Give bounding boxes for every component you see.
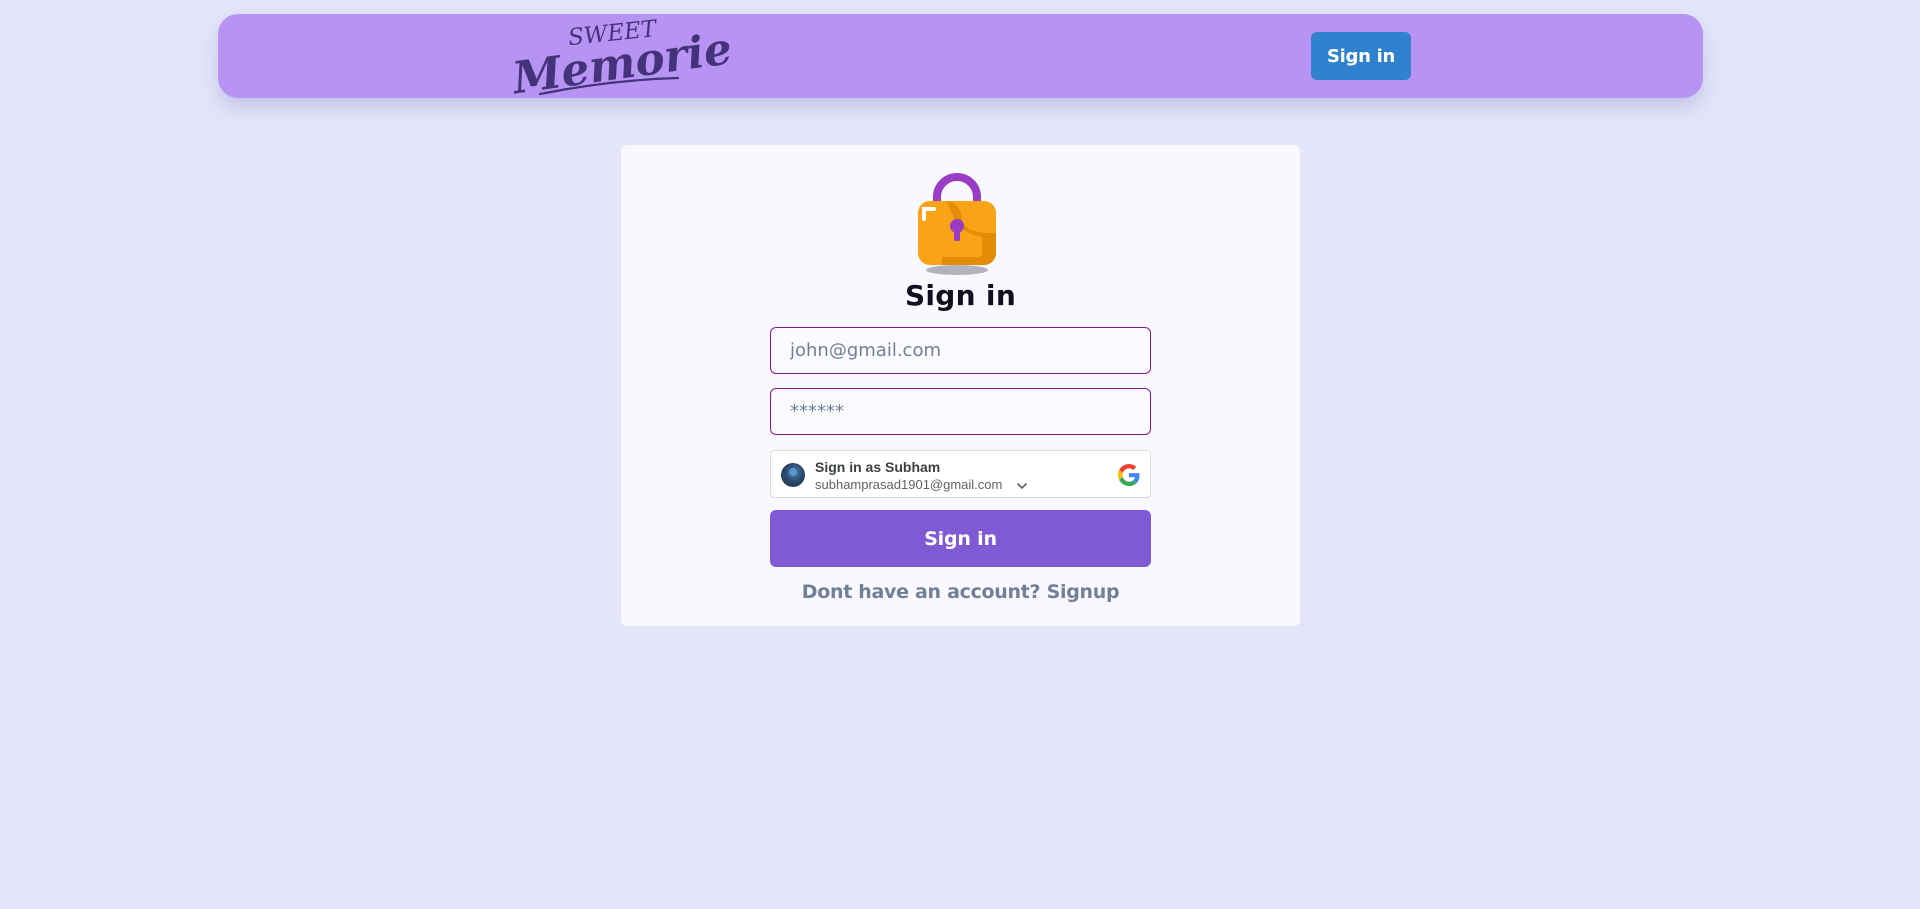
signup-link[interactable]: Signup [1047,581,1120,603]
signin-card: Sign in Sign in as Subham subhamprasad19… [621,145,1300,626]
google-signin-title: Sign in as Subham [815,459,941,475]
lock-icon [912,171,1002,275]
google-signin-button[interactable]: Sign in as Subham subhamprasad1901@gmail… [770,450,1151,498]
signin-submit-button[interactable]: Sign in [770,510,1151,567]
navbar: SWEET Memories Sign in [218,14,1703,98]
user-avatar [781,463,805,487]
signup-prompt: Dont have an account? Signup [621,581,1300,603]
google-g-icon [1118,464,1140,486]
email-input[interactable] [770,327,1151,374]
signin-title: Sign in [904,279,1017,312]
password-input[interactable] [770,388,1151,435]
logo-graphic: SWEET Memories [510,16,730,98]
google-account-email: subhamprasad1901@gmail.com [815,477,1003,492]
nav-signin-button[interactable]: Sign in [1311,32,1411,80]
sweet-memories-logo[interactable]: SWEET Memories [510,14,730,98]
chevron-down-icon[interactable] [1016,481,1028,491]
signup-prompt-text: Dont have an account? [801,581,1041,603]
